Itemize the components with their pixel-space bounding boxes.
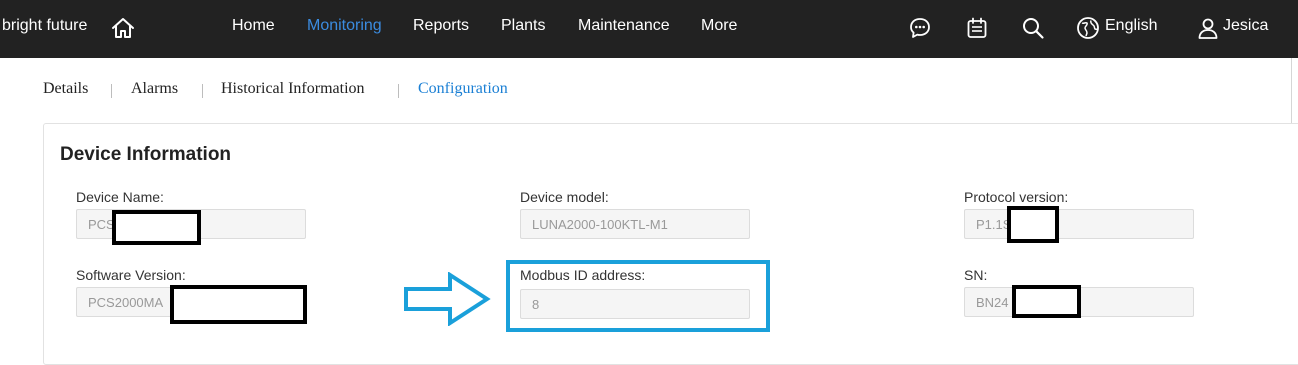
chat-icon[interactable] (908, 16, 932, 40)
calendar-icon[interactable] (965, 16, 989, 40)
nav-home[interactable]: Home (232, 17, 275, 35)
redaction-box (1007, 206, 1059, 243)
search-icon[interactable] (1021, 16, 1045, 40)
tab-divider (398, 84, 399, 98)
redaction-box (112, 210, 201, 245)
language-selector[interactable]: English (1105, 17, 1157, 35)
device-name-label: Device Name: (76, 189, 164, 205)
protocol-version-field[interactable] (964, 209, 1194, 239)
software-version-label: Software Version: (76, 267, 186, 283)
globe-icon[interactable] (1076, 16, 1100, 40)
top-navigation-bar: bright future Home Monitoring Reports Pl… (0, 0, 1298, 58)
section-title: Device Information (60, 144, 232, 165)
brand-name: bright future (2, 17, 88, 34)
redaction-box (1012, 285, 1081, 318)
home-icon[interactable] (110, 15, 136, 41)
nav-plants[interactable]: Plants (501, 17, 545, 35)
tab-alarms[interactable]: Alarms (131, 80, 178, 98)
tab-details[interactable]: Details (43, 80, 88, 98)
protocol-version-label: Protocol version: (964, 189, 1069, 205)
tab-divider (202, 84, 203, 98)
user-icon[interactable] (1196, 16, 1220, 40)
device-model-label: Device model: (520, 189, 609, 205)
tab-historical-information[interactable]: Historical Information (221, 80, 365, 98)
tab-configuration[interactable]: Configuration (418, 80, 508, 98)
nav-reports[interactable]: Reports (413, 17, 469, 35)
sn-label: SN: (964, 267, 988, 283)
tab-divider (111, 84, 112, 98)
nav-maintenance[interactable]: Maintenance (578, 17, 670, 35)
redaction-box (170, 285, 307, 324)
arrow-right-icon (404, 272, 491, 326)
highlight-box (506, 260, 770, 332)
nav-monitoring[interactable]: Monitoring (307, 17, 382, 35)
user-name[interactable]: Jesica (1223, 17, 1268, 35)
nav-more[interactable]: More (701, 17, 737, 35)
device-model-field[interactable] (520, 209, 750, 239)
